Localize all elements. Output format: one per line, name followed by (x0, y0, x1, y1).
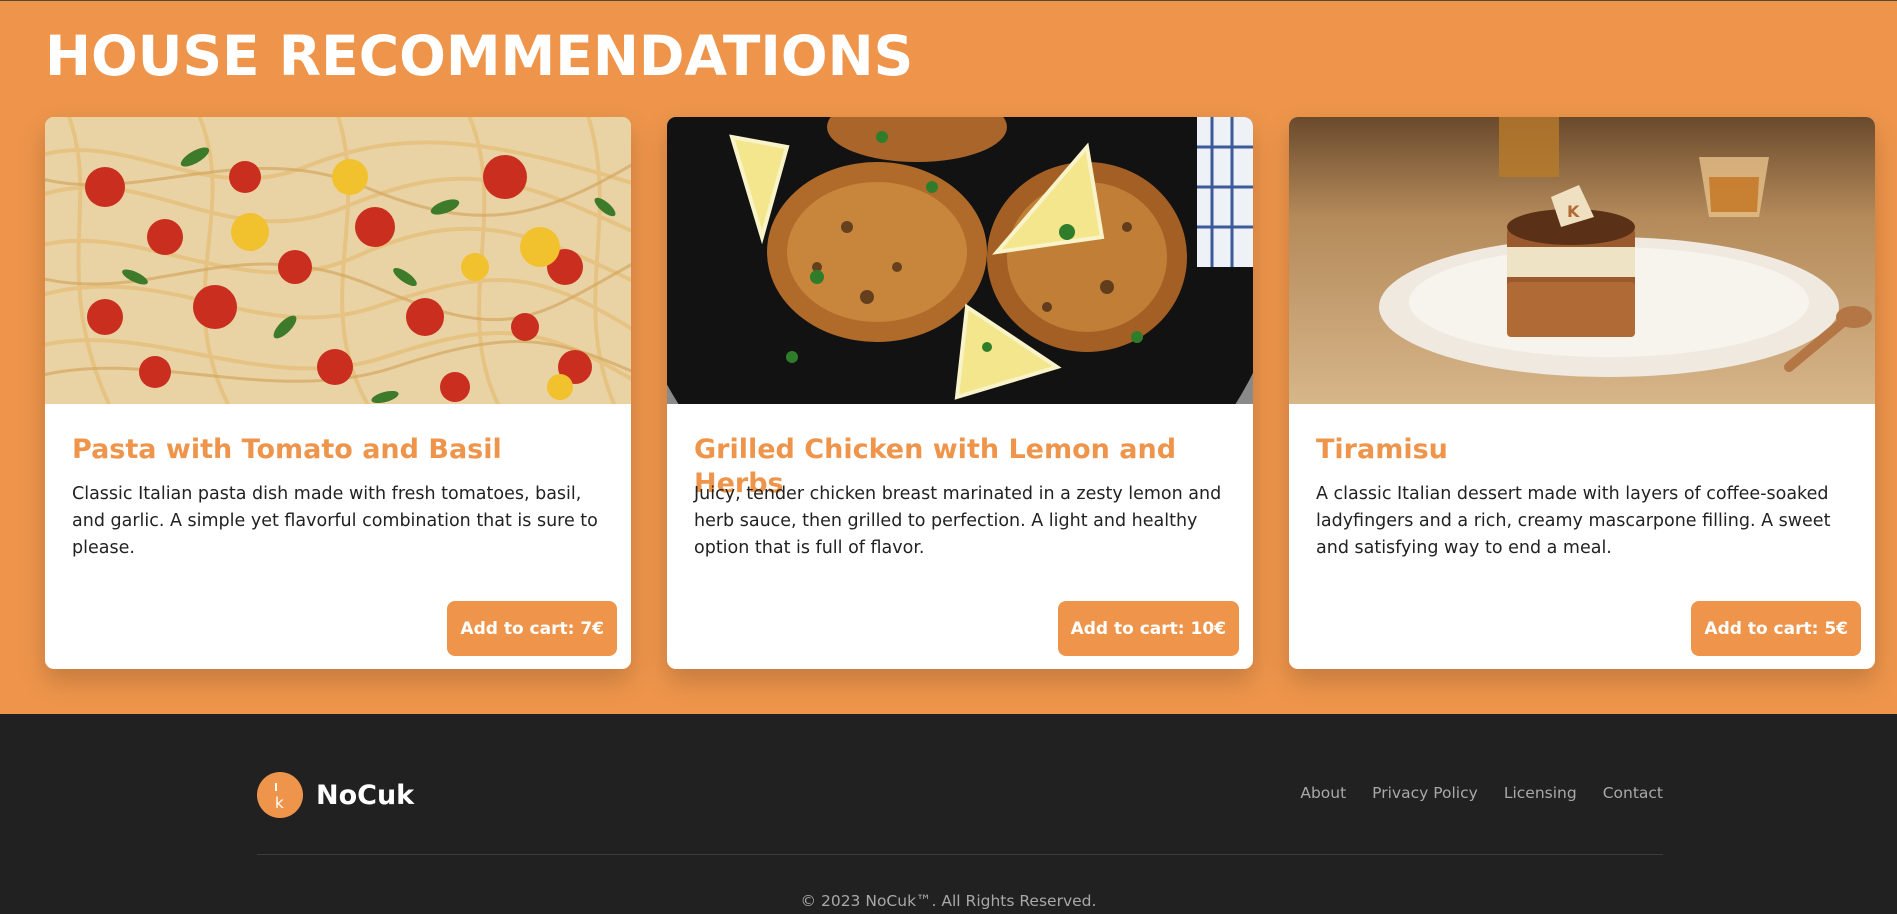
tiramisu-image: K (1289, 117, 1875, 404)
copyright-text: © 2023 NoCuk™. All Rights Reserved. (800, 892, 1097, 910)
menu-card-tiramisu: K Tiramisu A classic Italian dessert mad… (1289, 117, 1875, 669)
card-description: Juicy, tender chicken breast marinated i… (694, 484, 1222, 558)
add-to-cart-button[interactable]: Add to cart: 10€ (1057, 601, 1239, 656)
svg-text:k: k (275, 794, 284, 810)
site-footer: k NoCuk About Privacy Policy Licensing C… (0, 714, 1897, 914)
footer-link-about[interactable]: About (1300, 784, 1346, 802)
grilled-chicken-image (667, 117, 1253, 404)
card-description: Classic Italian pasta dish made with fre… (72, 484, 598, 558)
menu-card-chicken: Grilled Chicken with Lemon and Herbs Jui… (667, 117, 1253, 669)
footer-divider (257, 854, 1663, 855)
pasta-image (45, 117, 631, 404)
add-to-cart-button[interactable]: Add to cart: 7€ (447, 601, 617, 656)
add-to-cart-button[interactable]: Add to cart: 5€ (1691, 601, 1861, 656)
footer-link-licensing[interactable]: Licensing (1504, 784, 1577, 802)
footer-link-privacy-policy[interactable]: Privacy Policy (1372, 784, 1478, 802)
footer-link-contact[interactable]: Contact (1603, 784, 1663, 802)
menu-card-pasta: Pasta with Tomato and Basil Classic Ital… (45, 117, 631, 669)
chef-knife-logo-icon: k (257, 772, 303, 818)
svg-text:K: K (1567, 202, 1580, 221)
card-description: A classic Italian dessert made with laye… (1316, 484, 1831, 558)
recommendations-section: HOUSE RECOMMENDATIONS Pasta with Tomato … (0, 0, 1897, 714)
footer-brand[interactable]: k NoCuk (257, 772, 414, 818)
card-title: Tiramisu (1316, 434, 1448, 465)
footer-nav: About Privacy Policy Licensing Contact (1300, 784, 1663, 802)
brand-name: NoCuk (316, 779, 415, 811)
section-heading: HOUSE RECOMMENDATIONS (45, 24, 914, 88)
card-title: Pasta with Tomato and Basil (72, 434, 502, 465)
